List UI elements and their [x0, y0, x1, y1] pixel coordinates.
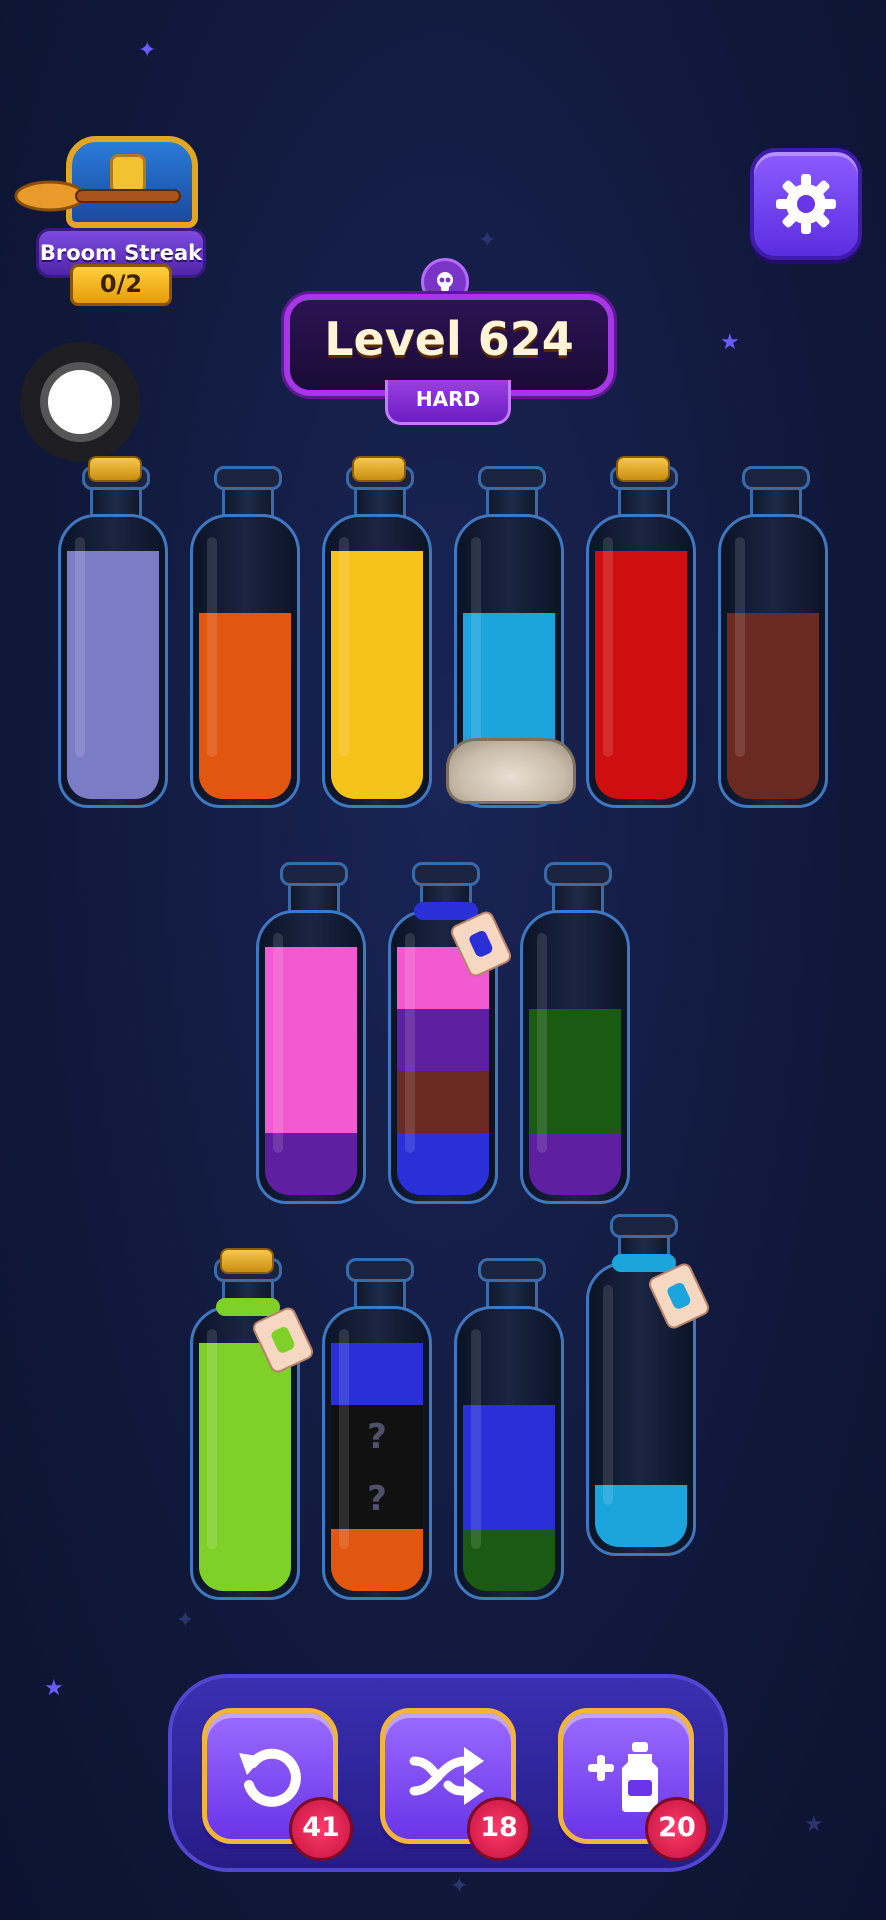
- rope-icon: [414, 902, 478, 920]
- rope-icon: [216, 1298, 280, 1316]
- record-ring: [40, 362, 120, 442]
- bottle-body: [322, 514, 432, 808]
- bottle-body: [256, 910, 366, 1204]
- bottle-lip: [610, 1214, 678, 1238]
- broom-streak-widget[interactable]: Broom Streak 0/2: [14, 118, 206, 306]
- undo-button[interactable]: 41: [202, 1708, 353, 1861]
- star-decoration: ✦: [478, 228, 497, 253]
- bottle-body: [520, 910, 630, 1204]
- bottle[interactable]: [454, 1258, 564, 1603]
- star-decoration: ✦: [138, 38, 157, 63]
- bottle[interactable]: [190, 1248, 316, 1603]
- cork-icon: [616, 456, 670, 482]
- bottle-body: ??: [322, 1306, 432, 1600]
- star-decoration: ★: [44, 1676, 64, 1701]
- difficulty-badge: HARD: [385, 380, 511, 425]
- bottle-body: [58, 514, 168, 808]
- bottle-lip: [742, 466, 810, 490]
- bottle-body: [586, 514, 696, 808]
- bottle[interactable]: [446, 466, 576, 811]
- cork-icon: [352, 456, 406, 482]
- cork-icon: [220, 1248, 274, 1274]
- bottle[interactable]: [718, 466, 828, 811]
- glass-shine: [471, 1329, 481, 1549]
- gear-icon: [776, 174, 836, 234]
- add-bottle-button[interactable]: 20: [558, 1708, 709, 1861]
- record-dot-icon: [48, 370, 112, 434]
- bottle[interactable]: [58, 456, 168, 811]
- glass-shine: [339, 537, 349, 757]
- bottle[interactable]: ??: [322, 1258, 432, 1603]
- tag-bottle-icon: [665, 1281, 693, 1311]
- undo-count-badge: 41: [289, 1797, 353, 1861]
- glass-shine: [207, 1329, 217, 1549]
- bottle-body: [454, 1306, 564, 1600]
- glass-shine: [603, 537, 613, 757]
- bottle[interactable]: [256, 862, 366, 1207]
- rocks-obstacle-icon: [446, 738, 576, 804]
- bottle[interactable]: [388, 862, 514, 1207]
- cork-icon: [88, 456, 142, 482]
- star-decoration: ★: [804, 1812, 824, 1837]
- settings-button[interactable]: [750, 148, 862, 260]
- bottle-lip: [478, 466, 546, 490]
- streak-count: 0/2: [70, 264, 172, 306]
- shuffle-count-badge: 18: [467, 1797, 531, 1861]
- bottle-lip: [544, 862, 612, 886]
- glass-shine: [471, 537, 481, 757]
- action-bar: 41 18 20: [168, 1674, 728, 1872]
- star-decoration: ✦: [176, 1608, 195, 1633]
- glass-shine: [603, 1285, 613, 1505]
- glass-shine: [273, 933, 283, 1153]
- shuffle-button[interactable]: 18: [380, 1708, 531, 1861]
- level-title: Level 624: [324, 312, 574, 366]
- bottle-lip: [280, 862, 348, 886]
- add-bottle-count-badge: 20: [645, 1797, 709, 1861]
- glass-shine: [735, 537, 745, 757]
- tag-bottle-icon: [467, 929, 495, 959]
- bottle-body: [190, 514, 300, 808]
- bottle[interactable]: [322, 456, 432, 811]
- star-decoration: ★: [720, 330, 740, 355]
- rope-icon: [612, 1254, 676, 1272]
- bottle-lip: [214, 466, 282, 490]
- record-button[interactable]: [20, 342, 140, 462]
- bottle-lip: [412, 862, 480, 886]
- glass-shine: [339, 1329, 349, 1549]
- glass-shine: [75, 537, 85, 757]
- broom-icon: [14, 180, 181, 212]
- glass-shine: [207, 537, 217, 757]
- glass-shine: [537, 933, 547, 1153]
- tag-bottle-icon: [269, 1325, 297, 1355]
- bottle-lip: [346, 1258, 414, 1282]
- undo-icon: [239, 1748, 301, 1807]
- bottle[interactable]: [520, 862, 630, 1207]
- bottle-lip: [478, 1258, 546, 1282]
- bottle[interactable]: [586, 1214, 712, 1559]
- shuffle-icon: [409, 1747, 484, 1805]
- bottle-body: [718, 514, 828, 808]
- bottle[interactable]: [190, 466, 300, 811]
- bottle[interactable]: [586, 456, 696, 811]
- glass-shine: [405, 933, 415, 1153]
- star-decoration: ✦: [450, 1874, 469, 1899]
